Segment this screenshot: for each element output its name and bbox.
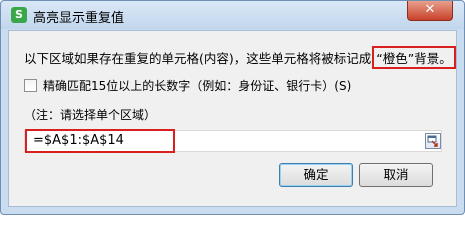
dialog-body: 以下区域如果存在重复的单元格(内容)，这些单元格将被标记成 “橙色”背景。 精确匹… <box>8 30 457 207</box>
collapse-dialog-button[interactable] <box>425 133 441 149</box>
description-prefix: 以下区域如果存在重复的单元格(内容)，这些单元格将被标记成 <box>24 51 372 66</box>
dialog-title: 高亮显示重复值 <box>33 11 125 26</box>
range-input-container[interactable]: =$A$1:$A$14 <box>24 129 442 153</box>
close-icon: ✕ <box>424 2 436 17</box>
note-text: （注：请选择单个区域） <box>24 108 157 122</box>
title-bar[interactable]: S 高亮显示重复值 ✕ <box>1 1 464 29</box>
highlight-color-label: “橙色”背景。 <box>372 46 456 69</box>
ok-button[interactable]: 确定 <box>279 163 353 187</box>
cancel-button[interactable]: 取消 <box>359 163 433 187</box>
close-button[interactable]: ✕ <box>407 1 453 21</box>
app-logo-icon: S <box>11 7 27 23</box>
description-text: 以下区域如果存在重复的单元格(内容)，这些单元格将被标记成 “橙色”背景。 <box>24 46 456 69</box>
range-select-icon <box>427 135 438 147</box>
long-number-label[interactable]: 精确匹配15位以上的长数字（例如：身份证、银行卡）(S) <box>43 79 351 93</box>
range-input[interactable]: =$A$1:$A$14 <box>25 129 175 153</box>
long-number-checkbox[interactable] <box>24 79 37 92</box>
highlight-duplicates-dialog: S 高亮显示重复值 ✕ 以下区域如果存在重复的单元格(内容)，这些单元格将被标记… <box>0 0 465 215</box>
long-number-option[interactable]: 精确匹配15位以上的长数字（例如：身份证、银行卡）(S) <box>24 77 351 94</box>
